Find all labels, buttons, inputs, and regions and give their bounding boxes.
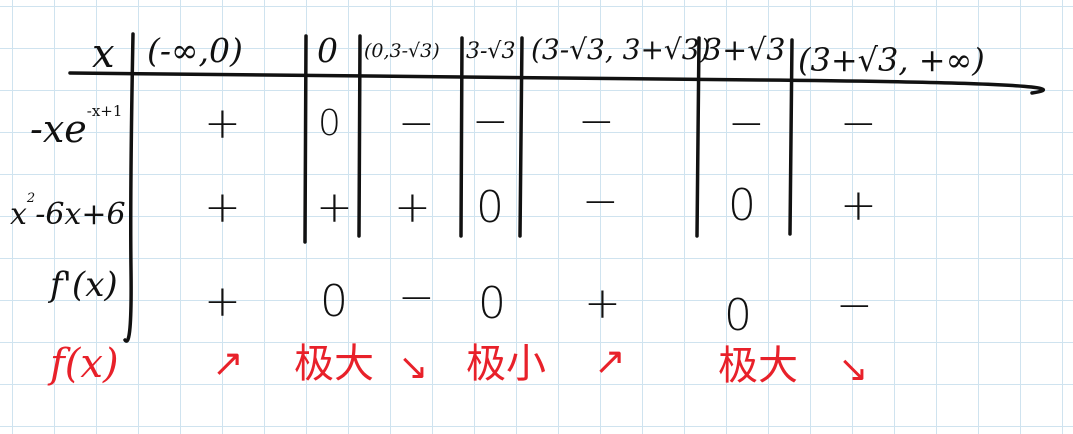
row3-cell-1: + — [204, 276, 241, 327]
local-max-label: 极大 — [718, 343, 798, 389]
row1-cell-4: − — [472, 96, 509, 147]
column-divider-1 — [303, 34, 308, 244]
column-divider-5 — [695, 36, 701, 238]
header-interval-3: (0,3-√3) — [364, 40, 440, 62]
row3-cell-4: 0 — [478, 278, 506, 329]
decreasing-arrow: ↘ — [838, 349, 869, 390]
header-interval-2: 0 — [317, 31, 338, 70]
header-interval-1: (-∞,0) — [147, 31, 243, 70]
header-interval-5: (3-√3, 3+√3) — [531, 33, 711, 66]
row-label-neg-xe: -xe-x+1 — [30, 102, 123, 151]
row1-cell-2: 0 — [318, 103, 341, 144]
column-divider-6 — [788, 38, 794, 236]
row3-cell-2: 0 — [320, 276, 348, 327]
row1-cell-6: − — [728, 98, 765, 149]
row2-cell-6: 0 — [728, 180, 756, 231]
header-interval-6: 3+√3 — [703, 33, 786, 68]
row2-cell-2: + — [316, 182, 353, 233]
row2-cell-3: + — [394, 182, 431, 233]
row2-cell-4: 0 — [476, 182, 504, 233]
row-label-quadratic: x2-6x+6 — [10, 191, 126, 232]
row1-cell-3: − — [398, 98, 435, 149]
header-x-label: x — [92, 31, 115, 77]
row2-cell-1: + — [204, 182, 241, 233]
increasing-arrow: ↗ — [212, 341, 244, 385]
increasing-arrow: ↗ — [594, 339, 626, 383]
row-label-f: f(x) — [50, 341, 119, 387]
local-min-label: 极小 — [466, 341, 546, 387]
row3-cell-5: + — [584, 278, 621, 329]
row2-cell-7: + — [840, 180, 877, 231]
column-divider-2 — [357, 34, 362, 238]
row-label-f-prime: f'(x) — [50, 265, 118, 305]
row3-cell-6: 0 — [724, 290, 752, 341]
row3-cell-7: − — [836, 280, 873, 331]
row1-cell-1: + — [204, 98, 241, 149]
column-divider-3 — [459, 36, 464, 238]
row2-cell-5: − — [582, 176, 619, 227]
row3-cell-3: − — [398, 272, 435, 323]
header-interval-7: (3+√3, +∞) — [798, 41, 985, 79]
decreasing-arrow: ↘ — [398, 347, 429, 388]
column-divider-4 — [518, 36, 524, 238]
row1-cell-7: − — [840, 98, 877, 149]
header-interval-4: 3-√3 — [466, 39, 516, 64]
label-column-divider — [123, 32, 135, 343]
local-max-label: 极大 — [294, 341, 374, 387]
row1-cell-5: − — [578, 96, 615, 147]
handwritten-sign-table: x (-∞,0) 0 (0,3-√3) 3-√3 (3-√3, 3+√3) 3+… — [0, 0, 1073, 434]
